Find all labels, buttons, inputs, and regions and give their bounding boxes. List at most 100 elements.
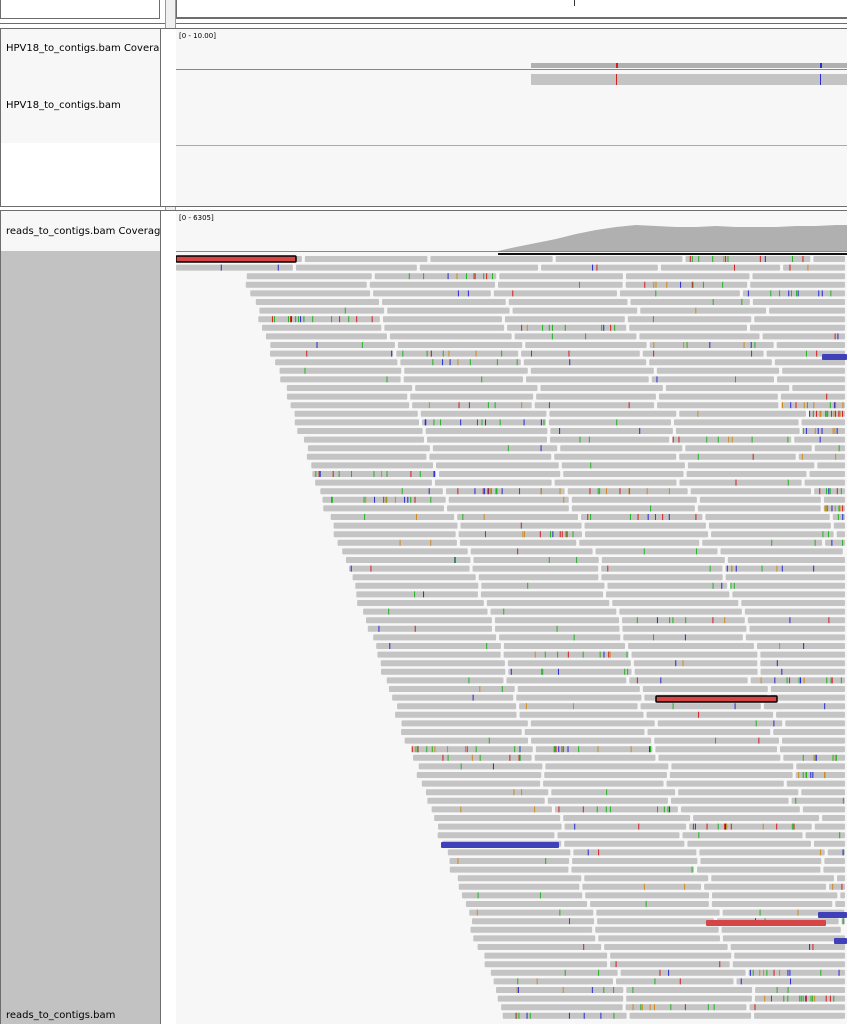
aligned-read[interactable] [675, 428, 800, 434]
aligned-read[interactable] [516, 694, 642, 701]
aligned-read[interactable] [836, 531, 845, 538]
aligned-read[interactable] [265, 333, 387, 340]
aligned-read[interactable] [320, 488, 443, 495]
aligned-read[interactable] [551, 789, 676, 796]
aligned-read[interactable] [750, 281, 845, 288]
aligned-read[interactable] [822, 815, 845, 821]
aligned-read[interactable] [297, 428, 423, 434]
aligned-read[interactable] [642, 686, 768, 692]
aligned-read[interactable] [678, 789, 799, 796]
aligned-read[interactable] [640, 703, 761, 710]
aligned-read[interactable] [814, 445, 845, 452]
aligned-read[interactable] [794, 436, 845, 443]
aligned-read[interactable] [434, 479, 552, 486]
aligned-read[interactable] [419, 264, 539, 271]
aligned-read[interactable] [742, 290, 845, 297]
aligned-read[interactable] [686, 471, 807, 477]
aligned-read[interactable] [306, 453, 427, 460]
aligned-read[interactable] [824, 858, 845, 864]
hpv18-read[interactable] [531, 74, 847, 85]
aligned-read[interactable] [404, 367, 528, 374]
aligned-read[interactable] [437, 832, 555, 839]
aligned-read[interactable] [601, 565, 723, 572]
aligned-read[interactable] [669, 772, 793, 778]
aligned-read[interactable] [725, 574, 845, 581]
aligned-read[interactable] [622, 617, 745, 624]
reads-coverage-track-name[interactable]: reads_to_contigs.bam Coverage [6, 226, 160, 237]
aligned-read[interactable] [597, 918, 714, 925]
aligned-read[interactable] [773, 729, 845, 735]
aligned-read[interactable] [387, 307, 510, 314]
aligned-read[interactable] [782, 367, 845, 374]
aligned-read[interactable] [352, 574, 476, 581]
aligned-read[interactable] [473, 557, 599, 563]
aligned-read[interactable] [384, 324, 505, 331]
aligned-read[interactable] [802, 428, 845, 434]
aligned-read[interactable] [708, 522, 831, 529]
aligned-read[interactable] [705, 514, 830, 520]
aligned-read[interactable] [564, 823, 687, 830]
aligned-read[interactable] [798, 453, 845, 460]
aligned-read[interactable] [699, 496, 821, 503]
aligned-read[interactable] [427, 436, 548, 443]
aligned-read[interactable] [776, 711, 845, 718]
aligned-read[interactable] [469, 909, 594, 916]
aligned-read[interactable] [304, 436, 425, 443]
aligned-read[interactable] [749, 1004, 845, 1011]
aligned-read[interactable] [827, 849, 845, 856]
aligned-read[interactable] [752, 299, 845, 305]
aligned-read[interactable] [679, 453, 796, 460]
aligned-read[interactable] [447, 849, 571, 856]
aligned-read[interactable] [682, 832, 803, 839]
aligned-read[interactable] [560, 445, 683, 452]
aligned-read[interactable] [376, 643, 501, 649]
aligned-read[interactable] [805, 832, 845, 839]
aligned-read[interactable] [530, 720, 655, 727]
aligned-read[interactable] [445, 488, 565, 495]
aligned-read[interactable] [503, 643, 626, 649]
aligned-read[interactable] [666, 780, 784, 787]
aligned-read[interactable] [484, 952, 608, 959]
aligned-read[interactable] [628, 643, 754, 649]
aligned-read[interactable] [699, 849, 825, 856]
aligned-read[interactable] [470, 926, 593, 933]
aligned-read[interactable] [501, 1004, 623, 1011]
aligned-read[interactable] [465, 901, 588, 907]
aligned-read[interactable] [458, 883, 580, 890]
aligned-read[interactable] [420, 410, 547, 417]
aligned-read[interactable] [548, 419, 671, 426]
aligned-read[interactable] [837, 875, 845, 882]
aligned-read[interactable] [756, 643, 845, 649]
aligned-read[interactable] [626, 987, 753, 993]
aligned-read[interactable] [255, 299, 380, 305]
aligned-read[interactable] [508, 668, 632, 675]
aligned-read[interactable] [616, 978, 734, 985]
aligned-read[interactable] [619, 290, 740, 297]
aligned-read[interactable] [596, 909, 720, 916]
aligned-read[interactable] [497, 995, 624, 1002]
aligned-read[interactable] [680, 806, 800, 813]
aligned-read[interactable] [581, 514, 703, 520]
aligned-read[interactable] [711, 531, 834, 538]
aligned-read[interactable] [825, 539, 845, 546]
reads-alignment-track-name[interactable]: reads_to_contigs.bam [6, 1010, 160, 1021]
aligned-read[interactable] [270, 350, 394, 357]
aligned-read[interactable] [762, 333, 845, 340]
aligned-read[interactable] [750, 324, 845, 331]
aligned-read[interactable] [524, 729, 645, 735]
aligned-read[interactable] [610, 952, 732, 959]
aligned-read[interactable] [246, 273, 372, 280]
aligned-read[interactable] [623, 634, 743, 641]
aligned-read[interactable] [727, 557, 845, 563]
aligned-read[interactable] [381, 668, 506, 675]
aligned-read[interactable] [258, 316, 380, 323]
aligned-read[interactable] [607, 582, 728, 589]
aligned-read[interactable] [525, 342, 647, 348]
aligned-read[interactable] [430, 256, 553, 262]
discordant-read[interactable] [818, 912, 847, 918]
aligned-read[interactable] [395, 711, 517, 718]
aligned-read[interactable] [722, 935, 845, 942]
aligned-read[interactable] [604, 944, 728, 950]
aligned-read[interactable] [404, 737, 529, 744]
aligned-read[interactable] [367, 625, 493, 632]
